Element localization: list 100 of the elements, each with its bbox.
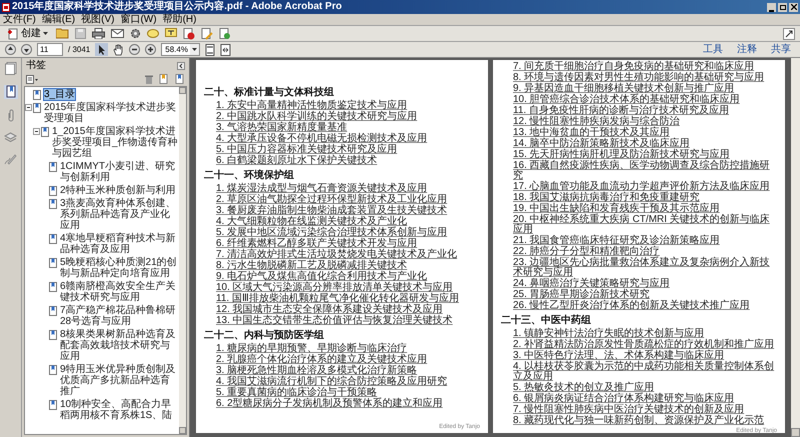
toolbar-tab[interactable]: 注释 xyxy=(737,44,757,56)
minimize-button[interactable] xyxy=(767,2,776,12)
window-title: 2015年度国家科学技术进步奖受理项目公示内容.pdf - Adobe Acrobat Pro xyxy=(12,0,342,14)
list-item: 7. 间充质干细胞治疗自身免疫病的基础研究和临床应用 xyxy=(512,62,754,72)
close-button[interactable] xyxy=(789,2,798,12)
document-edit-icon[interactable] xyxy=(201,28,213,40)
list-item: 1. 煤炭湿法成型与烟气石膏资源关键技术及应用 xyxy=(215,184,428,194)
bookmark-item[interactable]: 8核果类果树新品种选育及配套高效栽培技术研究与应用 xyxy=(60,329,179,362)
bookmark-icon xyxy=(49,162,58,172)
delete-icon[interactable] xyxy=(145,74,153,84)
list-item: 24. 鼻咽癌治疗关键策略研究与应用 xyxy=(512,279,671,289)
menu-item[interactable]: 帮助(H) xyxy=(162,14,196,26)
document-stop-icon[interactable] xyxy=(183,28,195,40)
menu-item[interactable]: 文件(F) xyxy=(3,14,36,26)
list-item: 3. 中医特色疗法理、法、术体系构建与临床应用 xyxy=(512,351,726,361)
menu-item[interactable]: 窗口(W) xyxy=(120,14,157,26)
list-item: 10. 区域大气污染源高分辨率排放清单关键技术与应用 xyxy=(215,283,454,293)
scrollbar[interactable] xyxy=(179,87,186,434)
page-count: / 3041 xyxy=(68,44,90,56)
toolbar-tab[interactable]: 共享 xyxy=(771,44,791,56)
list-item: 15. 先天肝病性病肝机理及防治新技术研究与应用 xyxy=(512,150,730,160)
next-page-icon[interactable] xyxy=(21,44,32,55)
list-item: 5. 重要真菌病的临床诊治与干预策略 xyxy=(215,388,378,398)
collapse-toggle-icon[interactable] xyxy=(25,104,32,111)
list-item: 9. 电石炉气及煤焦高值化综合利用技术与产业化 xyxy=(215,272,428,282)
bookmark-icon xyxy=(49,199,58,209)
list-item: 6. 白鹤梁题刻原址水下保护关键技术 xyxy=(215,156,378,166)
list-item: 8. 藏药现代化与独一味新药创制、资源保护及产业化示范 xyxy=(512,416,766,426)
new-bookmark-icon[interactable] xyxy=(159,74,169,84)
fit-width-icon[interactable] xyxy=(220,44,232,56)
folder-icon[interactable] xyxy=(56,28,69,39)
collapse-toggle-icon[interactable] xyxy=(33,128,40,135)
bookmark-item[interactable]: 5晚粳稻核心种质测21的创制与新品种定向培育应用 xyxy=(60,257,179,279)
bookmark-item[interactable]: 1CIMMYT小麦引进、研究与创新利用 xyxy=(60,161,179,183)
bookmark-item[interactable]: 2015年度国家科学技术进步奖受理项目 xyxy=(44,102,179,124)
toolbar-tab[interactable]: 工具 xyxy=(703,44,723,56)
bookmark-icon xyxy=(33,90,42,100)
bookmark-item[interactable]: 2特种玉米种质创新与利用 xyxy=(60,185,176,196)
list-item: 4. 大型承压设备不停机电磁无损检测技术及应用 xyxy=(215,134,428,144)
list-item: 10. 胆管癌综合诊治技术体系的基础研究和临床应用 xyxy=(512,95,741,105)
list-item: 20. 中枢神经系统重大疾病 CT/MRI 关键技术的创新与临床应用 xyxy=(512,215,771,235)
bookmark-icon xyxy=(33,103,42,113)
list-item: 2. 补肾益精法防治原发性骨质疏松症的疗效机制和推广应用 xyxy=(512,340,776,350)
bookmark-item[interactable]: 6赣南脐橙高效安全生产关键技术研究与应用 xyxy=(60,281,179,303)
layers-icon[interactable] xyxy=(4,132,17,143)
bookmark-item[interactable]: 10制种安全、高配合力早稻两用核不育系株1S、陆 xyxy=(60,399,179,421)
list-item: 25. 胃肠癌早期诊治新技术研究 xyxy=(512,290,650,300)
bookmark-icon xyxy=(49,400,58,410)
menu-item[interactable]: 编辑(E) xyxy=(42,14,76,26)
list-item: 11. 国Ⅲ排放柴油机颗粒尾气净化催化转化器研发与应用 xyxy=(215,294,460,304)
zoom-out-icon[interactable] xyxy=(129,44,140,55)
section-heading: 二十二、内科与预防医学组 xyxy=(204,330,325,342)
document-sign-icon[interactable] xyxy=(219,28,231,40)
print-icon[interactable] xyxy=(92,28,105,39)
dropdown-caret-icon xyxy=(190,44,200,55)
list-item: 12. 我国城市生态安全保障体系建设关键技术及应用 xyxy=(215,305,443,315)
options-menu-icon[interactable] xyxy=(26,74,38,84)
maximize-button[interactable] xyxy=(778,2,787,12)
bookmark-icon xyxy=(49,365,58,375)
maximize-icon xyxy=(780,4,786,10)
bookmarks-icon[interactable] xyxy=(4,85,18,99)
list-item: 7. 清洁高效炉排式生活垃圾焚烧发电关键技术及产业化 xyxy=(215,250,458,260)
panel-title: 书签 xyxy=(26,60,47,72)
menu-item[interactable]: 视图(V) xyxy=(81,14,114,26)
close-icon xyxy=(790,4,796,10)
page-thumbnails-icon[interactable] xyxy=(4,62,16,75)
bookmark-item[interactable]: 7高产稳产棉花品种鲁棉研28号选育与应用 xyxy=(60,305,179,327)
caret-icon xyxy=(43,32,48,35)
hand-tool-icon[interactable] xyxy=(113,44,124,56)
list-item: 1. 糖尿病的早期预警、早期诊断与临床治疗 xyxy=(215,344,408,354)
vertical-scrollbar[interactable] xyxy=(791,58,800,437)
bookmark-item[interactable]: 3_目录 xyxy=(44,89,76,100)
previous-page-icon[interactable] xyxy=(5,44,16,55)
list-item: 4. 我国艾滋病流行机制下的综合防控策略及应用研究 xyxy=(215,377,448,387)
fit-page-icon[interactable] xyxy=(205,44,216,56)
collapse-panel-icon[interactable] xyxy=(177,62,185,70)
bookmark-item[interactable]: 4寒地早粳稻育种技术与新品种选育及应用 xyxy=(60,233,179,255)
list-item: 26. 慢性乙型肝炎治疗体系的创新及关键技术推广应用 xyxy=(512,301,751,311)
settings-icon[interactable] xyxy=(130,28,141,39)
create-button[interactable]: 创建 xyxy=(5,26,50,41)
email-icon[interactable] xyxy=(111,29,124,38)
list-item: 23. 边疆地区先心病批量救治体系建立及复杂病例介入新技术研究与应用 xyxy=(512,258,771,278)
create-document-icon xyxy=(7,28,19,40)
expand-icon[interactable] xyxy=(783,28,795,40)
bookmark-item[interactable]: 3燕麦高效育种体系创建、系列新品种选育及产业化应用 xyxy=(60,198,179,231)
list-item: 4. 大气细颗粒物在线监测关键技术及产业化 xyxy=(215,217,408,227)
bookmark-item[interactable]: 9特用玉米优异种质创制及优质高产多抗新品种选育推广 xyxy=(60,364,179,397)
paperclip-icon[interactable] xyxy=(6,109,16,122)
bookmark-item[interactable]: 1_2015年度国家科学技术进步奖受理项目_作物遗传育种与园艺组 xyxy=(52,126,179,159)
select-tool-icon[interactable] xyxy=(95,43,108,56)
bookmark-icon xyxy=(49,282,58,292)
page-number-field[interactable]: 11 xyxy=(37,43,63,56)
list-item: 19. 中国出生缺陷和发育残疾干预及其示范应用 xyxy=(512,204,721,214)
zoom-in-icon[interactable] xyxy=(145,44,156,55)
zoom-dropdown[interactable]: 58.4% xyxy=(161,43,200,56)
bookmark-properties-icon[interactable] xyxy=(175,74,185,84)
comment-icon[interactable] xyxy=(147,28,159,38)
list-item: 7. 慢性阻塞性肺疾病中医治疗关键技术的创新及应用 xyxy=(512,405,746,415)
text-note-icon[interactable] xyxy=(165,28,177,39)
list-item: 3. 气溶热荣国家新精度量基准 xyxy=(215,123,348,133)
